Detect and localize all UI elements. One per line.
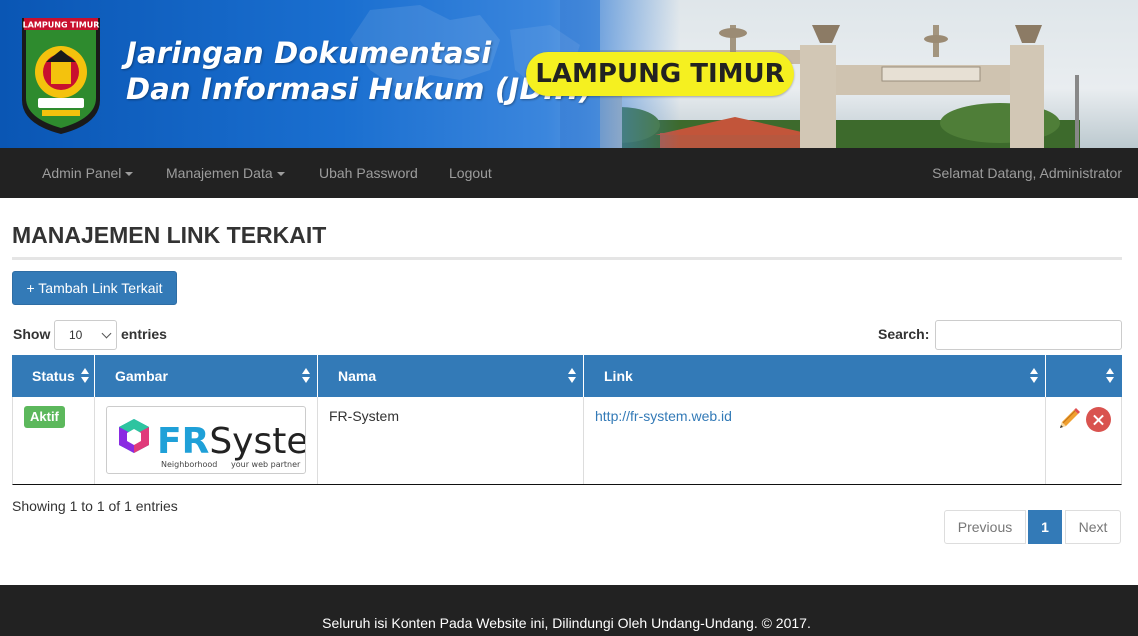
cell-gambar: FRSystem Neighborhood your web partner	[95, 397, 318, 484]
pagination-previous[interactable]: Previous	[944, 510, 1026, 544]
table-info: Showing 1 to 1 of 1 entries	[12, 498, 178, 514]
col-status[interactable]: Status	[12, 355, 95, 397]
cell-actions	[1046, 397, 1121, 484]
top-navbar: Admin Panel Manajemen Data Ubah Password…	[0, 148, 1138, 198]
thumbnail-tagline-right: your web partner	[231, 460, 301, 469]
title-divider	[12, 257, 1122, 260]
site-title-line2: Dan Informasi Hukum (JDIH)	[126, 72, 593, 106]
col-link[interactable]: Link	[584, 355, 1046, 397]
pencil-icon[interactable]	[1056, 406, 1082, 432]
col-gambar-label: Gambar	[115, 368, 168, 384]
regency-crest-icon: LAMPUNG TIMUR	[22, 18, 100, 134]
add-link-button[interactable]: + Tambah Link Terkait	[12, 271, 177, 305]
show-label: Show	[13, 326, 51, 342]
link-url[interactable]: http://fr-system.web.id	[595, 408, 732, 424]
caret-down-icon	[276, 172, 285, 177]
sort-icon	[568, 368, 576, 384]
delete-close-icon[interactable]	[1086, 407, 1111, 432]
caret-down-icon	[125, 172, 134, 177]
sort-icon	[81, 368, 89, 384]
link-thumbnail: FRSystem Neighborhood your web partner	[106, 406, 306, 474]
search-input[interactable]	[935, 320, 1122, 350]
col-link-label: Link	[604, 368, 633, 384]
footer-text: Seluruh isi Konten Pada Website ini, Dil…	[322, 615, 811, 631]
entries-label: entries	[121, 326, 167, 342]
region-badge: LAMPUNG TIMUR	[526, 52, 794, 96]
col-status-label: Status	[32, 368, 75, 384]
col-gambar[interactable]: Gambar	[95, 355, 318, 397]
page-title: MANAJEMEN LINK TERKAIT	[12, 222, 327, 248]
welcome-text: Selamat Datang, Administrator	[932, 165, 1122, 181]
search-label: Search:	[878, 326, 930, 342]
footer: Seluruh isi Konten Pada Website ini, Dil…	[0, 585, 1138, 636]
entries-select-value: 10	[69, 328, 83, 342]
header-banner: LAMPUNG TIMUR Jaringan Dokumentasi Dan I…	[0, 0, 1138, 148]
pagination-next[interactable]: Next	[1065, 510, 1121, 544]
nav-manajemen-data[interactable]: Manajemen Data	[166, 148, 285, 198]
cell-status: Aktif	[13, 397, 95, 484]
thumbnail-tagline-left: Neighborhood	[161, 460, 217, 469]
frsystem-logo: FRSystem Neighborhood your web partner	[119, 419, 306, 469]
chevron-down-icon	[101, 328, 112, 339]
col-nama-label: Nama	[338, 368, 377, 384]
nav-admin-panel[interactable]: Admin Panel	[42, 148, 134, 198]
site-title-line1: Jaringan Dokumentasi	[126, 36, 492, 70]
table-row: Aktif FRSystem Neighborhood your web par…	[12, 397, 1122, 485]
entries-select[interactable]: 10	[54, 320, 117, 350]
cell-link: http://fr-system.web.id	[584, 397, 1046, 484]
cell-nama: FR-System	[318, 397, 584, 484]
nav-logout[interactable]: Logout	[449, 148, 492, 198]
col-actions[interactable]	[1046, 355, 1122, 397]
nav-manajemen-data-label: Manajemen Data	[166, 165, 273, 181]
thumbnail-brand: FRSystem	[157, 421, 306, 462]
pagination-page-1[interactable]: 1	[1028, 510, 1062, 544]
nav-ubah-password[interactable]: Ubah Password	[319, 148, 418, 198]
status-badge: Aktif	[24, 406, 65, 428]
sort-icon	[1106, 368, 1114, 384]
sort-icon	[1030, 368, 1038, 384]
logo-caption: LAMPUNG TIMUR	[23, 21, 100, 30]
sort-icon	[302, 368, 310, 384]
link-name: FR-System	[329, 408, 399, 424]
table-header: Status Gambar Nama Link	[12, 355, 1122, 397]
nav-admin-panel-label: Admin Panel	[42, 165, 122, 181]
col-nama[interactable]: Nama	[318, 355, 584, 397]
